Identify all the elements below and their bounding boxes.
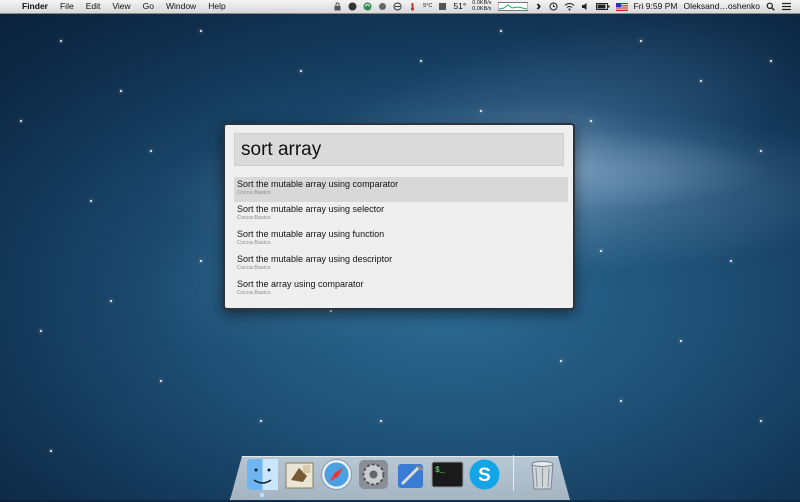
skype-letter: S (478, 465, 491, 486)
evernote-icon[interactable] (348, 2, 357, 11)
lock-icon[interactable] (333, 2, 342, 11)
star (700, 80, 702, 82)
block-icon[interactable] (393, 2, 402, 11)
result-subtitle: Cocoa Basics (237, 240, 271, 246)
star (760, 150, 762, 152)
star (40, 330, 42, 332)
result-subtitle: Cocoa Basics (237, 215, 271, 221)
star (730, 260, 732, 262)
results-list: Sort the mutable array using comparator … (234, 177, 568, 302)
menu-help[interactable]: Help (202, 0, 231, 13)
menu-file[interactable]: File (54, 0, 80, 13)
star (380, 420, 382, 422)
star (560, 360, 562, 362)
star (590, 120, 592, 122)
us-flag-icon[interactable] (615, 2, 628, 11)
finder-icon[interactable] (246, 458, 279, 497)
dock-divider (513, 455, 514, 491)
result-title: Sort the mutable array using function (237, 229, 385, 239)
result-item[interactable]: Sort the array using comparator Cocoa Ba… (234, 277, 568, 302)
star (110, 300, 112, 302)
menubar-clock[interactable]: Fri 9:59 PM (634, 0, 678, 13)
time-machine-icon[interactable] (549, 2, 558, 11)
system-preferences-icon[interactable] (357, 458, 390, 491)
star (260, 420, 262, 422)
star (600, 250, 602, 252)
terminal-icon[interactable]: $_ (431, 458, 464, 491)
star (300, 70, 302, 72)
weather-icon[interactable] (378, 2, 387, 11)
cpu-icon[interactable] (438, 2, 447, 11)
battery-icon[interactable] (595, 2, 610, 11)
result-item[interactable]: Sort the mutable array using function Co… (234, 227, 568, 252)
star (200, 260, 202, 262)
result-item[interactable]: Sort the mutable array using comparator … (234, 177, 568, 202)
result-subtitle: Cocoa Basics (237, 190, 271, 196)
star (500, 30, 502, 32)
network-download: 0.0KB/s (472, 5, 492, 12)
search-popup: Sort the mutable array using comparator … (223, 123, 575, 310)
cpu-temperature: 51° (453, 1, 467, 11)
wifi-icon[interactable] (564, 2, 575, 11)
star (200, 30, 202, 32)
bluetooth-icon[interactable] (534, 2, 543, 11)
running-indicator (260, 493, 264, 497)
star (770, 60, 772, 62)
xcode-icon[interactable] (394, 458, 427, 491)
menu-go[interactable]: Go (137, 0, 160, 13)
temperature-label: 5°C (423, 2, 433, 9)
search-input[interactable] (234, 133, 564, 166)
star (50, 450, 52, 452)
apple-menu-icon[interactable] (8, 0, 16, 13)
result-item[interactable]: Sort the mutable array using selector Co… (234, 202, 568, 227)
star (60, 40, 62, 42)
star (680, 340, 682, 342)
star (20, 120, 22, 122)
menu-edit[interactable]: Edit (80, 0, 107, 13)
star (160, 380, 162, 382)
result-title: Sort the mutable array using descriptor (237, 254, 393, 264)
activity-graph-icon[interactable] (497, 2, 529, 11)
mail-icon[interactable] (283, 458, 316, 491)
star (620, 400, 622, 402)
menu-window[interactable]: Window (160, 0, 202, 13)
notification-center-icon[interactable] (781, 2, 792, 11)
dock-icons: $_ S (246, 455, 559, 497)
network-monitor[interactable]: 0.0KB/s 0.0KB/s (472, 0, 491, 13)
star (420, 60, 422, 62)
result-title: Sort the array using comparator (237, 279, 364, 289)
star (760, 420, 762, 422)
safari-icon[interactable] (320, 458, 353, 491)
star (120, 90, 122, 92)
terminal-prompt: $_ (435, 466, 445, 475)
result-item[interactable]: Sort the mutable array using descriptor … (234, 252, 568, 277)
result-title: Sort the mutable array using selector (237, 204, 385, 214)
temperature-icon[interactable] (408, 2, 417, 11)
star (480, 110, 482, 112)
star (640, 40, 642, 42)
menu-bar: Finder File Edit View Go Window Help 5°C… (0, 0, 800, 14)
sync-icon[interactable] (363, 2, 372, 11)
user-name[interactable]: Oleksand…oshenko (683, 0, 760, 13)
skype-icon[interactable]: S (468, 458, 501, 491)
app-menu-finder[interactable]: Finder (16, 0, 54, 13)
volume-icon[interactable] (581, 2, 590, 11)
spotlight-search-icon[interactable] (766, 2, 775, 11)
result-title: Sort the mutable array using comparator (237, 179, 399, 189)
star (330, 310, 332, 312)
star (150, 150, 152, 152)
result-subtitle: Cocoa Basics (237, 265, 271, 271)
menu-view[interactable]: View (106, 0, 136, 13)
result-subtitle: Cocoa Basics (237, 290, 271, 296)
trash-icon[interactable] (526, 458, 559, 491)
star (90, 200, 92, 202)
